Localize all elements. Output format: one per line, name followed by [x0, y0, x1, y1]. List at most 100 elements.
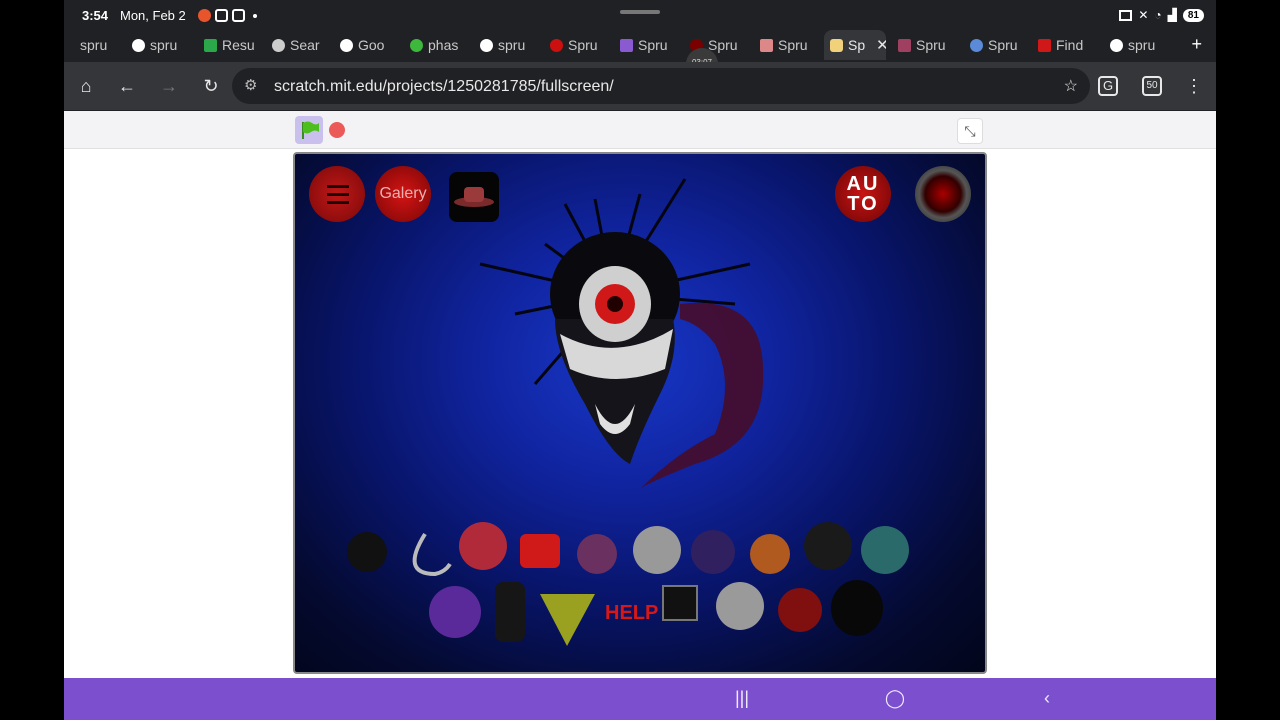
character-icon[interactable]: [750, 534, 790, 574]
google-icon: [132, 38, 145, 52]
auto-label-top: AU: [846, 173, 880, 195]
help-sign[interactable]: HELP: [605, 602, 658, 624]
character-icon[interactable]: [495, 582, 525, 642]
sprunki-icon: [550, 38, 563, 52]
tab-item[interactable]: Spru: [614, 30, 684, 60]
tab-label: spru: [498, 37, 526, 53]
sprunki-icon: [760, 38, 773, 52]
notification-app-icon: [198, 9, 211, 22]
tab-label: Spru: [708, 37, 738, 53]
tab-strip: spru spru Resu Sear Goo phas spru Spru S…: [64, 30, 1216, 80]
battery-indicator: 81: [1182, 8, 1204, 22]
tab-item[interactable]: Resu: [198, 30, 266, 60]
character-icon[interactable]: [804, 522, 852, 570]
home-icon[interactable]: ⌂: [74, 74, 98, 98]
back-icon[interactable]: ←: [115, 74, 139, 98]
tab-label: Spru: [778, 37, 808, 53]
gallery-button[interactable]: Galery: [375, 166, 431, 222]
site-settings-icon[interactable]: ⚙: [244, 76, 257, 94]
reload-icon[interactable]: ↻: [199, 74, 223, 98]
pull-down-handle[interactable]: [620, 10, 660, 14]
system-navigation-bar: ||| ◯ ‹: [64, 678, 1216, 720]
status-icons: ✕ ◔ ▟ 81: [1119, 8, 1204, 22]
forward-icon[interactable]: →: [157, 74, 181, 98]
bookmark-star-icon[interactable]: ☆: [1064, 76, 1078, 96]
character-icon[interactable]: [861, 526, 909, 574]
tab-label: spru: [1128, 37, 1156, 53]
tab-item[interactable]: spru: [474, 30, 544, 60]
google-icon: [1110, 38, 1123, 52]
character-icon[interactable]: [429, 586, 481, 638]
exit-fullscreen-icon[interactable]: ⤡: [957, 118, 983, 144]
tab-label: Spru: [988, 37, 1018, 53]
character-icon[interactable]: [520, 534, 560, 568]
character-icon[interactable]: [662, 585, 698, 621]
url-text[interactable]: scratch.mit.edu/projects/1250281785/full…: [274, 78, 614, 96]
web-page: ⤡ HELP Galery AU TO: [64, 111, 1216, 678]
sprunki-icon: [620, 38, 633, 52]
tab-label: Spru: [568, 37, 598, 53]
google-icon: [480, 38, 493, 52]
tab-item[interactable]: Spru: [892, 30, 960, 60]
green-flag-button[interactable]: [295, 116, 323, 144]
scratch-stage[interactable]: HELP Galery AU TO: [293, 152, 987, 674]
home-circle-icon[interactable]: ◯: [880, 688, 910, 709]
menu-dots-icon[interactable]: ⋮: [1182, 74, 1206, 98]
character-icon[interactable]: [459, 522, 507, 570]
tab-item[interactable]: Sear: [266, 30, 334, 60]
character-icon[interactable]: [716, 582, 764, 630]
hat-button[interactable]: [449, 172, 499, 222]
tab-label: phas: [428, 37, 459, 53]
more-notifications-dot-icon: [253, 14, 257, 18]
character-icon[interactable]: [412, 532, 452, 577]
tab-item[interactable]: phas: [404, 30, 474, 60]
scratch-icon: [830, 38, 843, 52]
menu-bar-icon: [327, 185, 349, 188]
sprunki-icon: [898, 38, 911, 52]
auto-label-bottom: TO: [847, 193, 879, 215]
character-icon[interactable]: [577, 534, 617, 574]
close-tab-icon[interactable]: ✕: [876, 36, 886, 54]
character-icon[interactable]: [778, 588, 822, 632]
tab-item[interactable]: Spru: [544, 30, 614, 60]
wifi-icon: ◔: [1154, 8, 1162, 22]
google-icon: [340, 38, 353, 52]
tab-label: Resu: [222, 37, 255, 53]
tab-item[interactable]: Goo: [334, 30, 404, 60]
character-icon[interactable]: [347, 532, 387, 572]
tab-item[interactable]: Spru: [754, 30, 822, 60]
reset-icon[interactable]: [915, 166, 971, 222]
tab-label: spru: [80, 37, 108, 53]
tab-item-active[interactable]: Sp ✕: [824, 30, 886, 60]
character-icon[interactable]: [831, 580, 883, 636]
tab-label: Sp: [848, 37, 866, 53]
tab-item[interactable]: Find: [1032, 30, 1102, 60]
status-date: Mon, Feb 2: [120, 8, 186, 23]
tab-item[interactable]: spru: [126, 30, 196, 60]
translate-icon[interactable]: G: [1098, 76, 1118, 96]
menu-bar-icon: [327, 193, 349, 196]
character-row-top: [347, 522, 909, 577]
chart-icon: [204, 38, 217, 52]
tab-item[interactable]: Spru: [964, 30, 1032, 60]
character-icon[interactable]: [540, 594, 595, 646]
tab-label: Sear: [290, 37, 320, 53]
nyt-icon: [1038, 38, 1051, 52]
character-icon[interactable]: [633, 526, 681, 574]
nav-back-icon[interactable]: ‹: [1032, 688, 1062, 709]
tab-switcher-button[interactable]: 50: [1142, 76, 1162, 96]
notification-x-icon: [215, 9, 228, 22]
stop-button[interactable]: [329, 122, 345, 138]
recent-apps-icon[interactable]: |||: [727, 688, 757, 709]
new-tab-icon[interactable]: +: [1191, 34, 1202, 55]
phase-icon: [410, 38, 423, 52]
green-flag-icon: [302, 121, 319, 139]
auto-button[interactable]: AU TO: [835, 166, 891, 222]
stage-menu-button[interactable]: [309, 166, 365, 222]
address-bar[interactable]: ⚙ scratch.mit.edu/projects/1250281785/fu…: [232, 68, 1090, 104]
monster-pupil-center: [607, 296, 623, 312]
tablet-screen: 3:54 Mon, Feb 2 ✕ ◔ ▟ 81 spru spru Resu …: [64, 0, 1216, 720]
tab-item[interactable]: spru: [74, 30, 126, 60]
character-icon[interactable]: [691, 530, 735, 574]
tab-item[interactable]: spru: [1104, 30, 1174, 60]
